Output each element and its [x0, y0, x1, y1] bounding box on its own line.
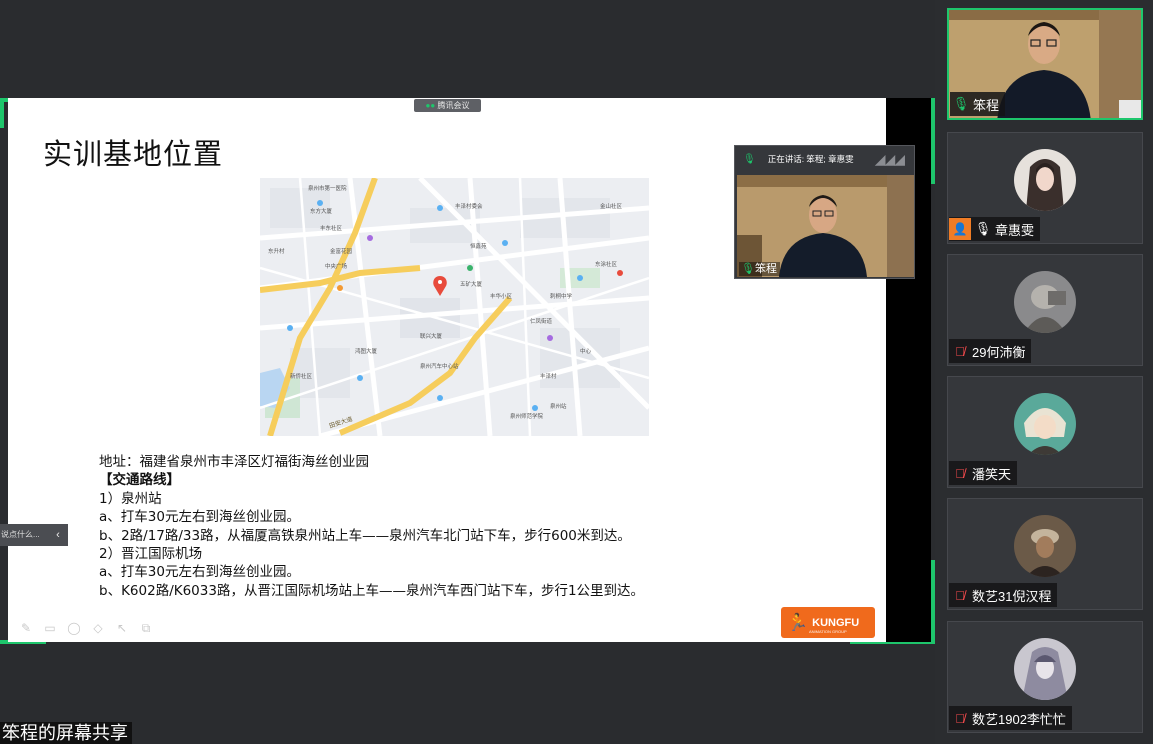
- participant-tile[interactable]: 🎙̸ 数艺1902李忙忙: [947, 621, 1143, 733]
- mic-muted-icon: 🎙̸: [955, 465, 965, 481]
- svg-text:联兴大厦: 联兴大厦: [420, 332, 443, 340]
- participant-name: 潘笑天: [972, 466, 1012, 482]
- participant-label: 🎙 笨程: [950, 92, 1006, 116]
- svg-text:泉州师范学院: 泉州师范学院: [510, 412, 544, 420]
- shared-screen-area: 实训基地位置 泉州市第一医院 东升村 丰东社区 金富花园 丰泽村委会 东方大厦 …: [0, 0, 935, 744]
- layout-toggle-icon[interactable]: ◢◢◢: [875, 151, 905, 168]
- address-line: 地址：福建省泉州市丰泽区灯福街海丝创业园: [99, 454, 369, 470]
- participant-name: 笨程: [973, 97, 1000, 113]
- avatar: [1014, 638, 1076, 700]
- mic-muted-icon: 🎙̸: [955, 710, 965, 726]
- svg-text:东涂社区: 东涂社区: [595, 260, 618, 268]
- mic-on-icon: 🎙: [741, 263, 755, 275]
- svg-text:刺桐中学: 刺桐中学: [550, 292, 573, 300]
- svg-text:鸿图大厦: 鸿图大厦: [355, 347, 378, 355]
- shape-icon[interactable]: ◯: [66, 621, 82, 635]
- speaker-name: 笨程: [754, 263, 777, 275]
- route-line: a、打车30元左右到海丝创业园。: [99, 509, 300, 526]
- participant-tile[interactable]: 🎙̸ 29何沛衡: [947, 254, 1143, 366]
- mic-icon: 🎙: [743, 153, 756, 165]
- map-graphic: 泉州市第一医院 东升村 丰东社区 金富花园 丰泽村委会 东方大厦 鸿图大厦 五矿…: [260, 178, 649, 436]
- location-map[interactable]: 泉州市第一医院 东升村 丰东社区 金富花园 丰泽村委会 东方大厦 鸿图大厦 五矿…: [260, 178, 649, 436]
- avatar: [1014, 393, 1076, 455]
- svg-text:新侨社区: 新侨社区: [290, 372, 313, 380]
- participant-name: 数艺1902李忙忙: [972, 711, 1066, 727]
- screen-share-label: 笨程的屏幕共享: [0, 722, 132, 744]
- route-line: 2）晋江国际机场: [99, 546, 203, 563]
- text-box-icon[interactable]: ▭: [42, 621, 58, 635]
- avatar: [1014, 271, 1076, 333]
- mic-muted-icon: 🎙̸: [955, 587, 965, 603]
- route-line: 1）泉州站: [99, 490, 162, 507]
- svg-text:丰华小区: 丰华小区: [490, 292, 513, 300]
- participant-label: 🎙̸ 潘笑天: [949, 461, 1018, 485]
- svg-text:东方大厦: 东方大厦: [310, 207, 333, 215]
- slide-title: 实训基地位置: [43, 137, 224, 171]
- svg-text:中心: 中心: [580, 347, 592, 355]
- pen-icon[interactable]: ✎: [18, 621, 34, 635]
- svg-text:五矿大厦: 五矿大厦: [460, 280, 483, 288]
- participant-panel: 🎙 笨程 👤 🎙 章惠雯 🎙̸ 29何沛衡 🎙̸ 潘笑天 🎙̸ 数艺31倪汉程 …: [935, 0, 1153, 744]
- meeting-logo-icon: ●●: [425, 101, 436, 110]
- kungfu-figure-icon: 🏃: [787, 612, 809, 632]
- svg-text:东升村: 东升村: [268, 247, 285, 255]
- svg-text:丰东社区: 丰东社区: [320, 224, 343, 232]
- mic-muted-icon: 🎙̸: [955, 343, 965, 359]
- participant-tile[interactable]: 🎙̸ 数艺31倪汉程: [947, 498, 1143, 610]
- floating-speaker-window[interactable]: 🎙 正在讲话: 笨程; 章惠雯 ◢◢◢ 🎙笨程: [734, 145, 915, 279]
- mic-on-icon: 🎙: [974, 221, 992, 236]
- logo-subtext: ANIMATION GROUP: [809, 629, 847, 634]
- tencent-tag-label: 腾讯会议: [437, 101, 470, 110]
- avatar: [1014, 515, 1076, 577]
- participant-label: 🎙̸ 数艺1902李忙忙: [949, 706, 1072, 730]
- chevron-left-icon[interactable]: ‹: [51, 524, 65, 546]
- avatar: [1014, 149, 1076, 211]
- annotation-toolbar: ✎ ▭ ◯ ◇ ↖ ⧉: [18, 621, 154, 635]
- routes-heading: 【交通路线】: [99, 472, 180, 489]
- svg-text:中央广场: 中央广场: [325, 262, 348, 270]
- logo-text: KUNGFU: [812, 616, 860, 629]
- route-line: a、打车30元左右到海丝创业园。: [99, 564, 300, 581]
- pointer-icon[interactable]: ↖: [114, 621, 130, 635]
- participant-label: 👤 🎙 章惠雯: [949, 217, 1041, 241]
- slide-body: 地址：福建省泉州市丰泽区灯福街海丝创业园 【交通路线】 1）泉州站 a、打车30…: [99, 453, 644, 600]
- speaking-now-text: 正在讲话: 笨程; 章惠雯: [767, 154, 854, 164]
- participant-name: 数艺31倪汉程: [972, 588, 1052, 604]
- svg-text:丰泽村: 丰泽村: [540, 372, 557, 380]
- participant-tile[interactable]: 🎙 笨程: [947, 8, 1143, 120]
- save-annotation-icon[interactable]: ⧉: [138, 621, 154, 635]
- participant-label: 🎙̸ 数艺31倪汉程: [949, 583, 1058, 607]
- svg-text:金富花园: 金富花园: [330, 247, 353, 255]
- comment-placeholder: 说点什么...: [1, 530, 40, 539]
- participant-tile[interactable]: 🎙̸ 潘笑天: [947, 376, 1143, 488]
- kungfu-logo: 🏃 KUNGFU ANIMATION GROUP: [781, 607, 875, 638]
- svg-text:丰泽村委会: 丰泽村委会: [455, 202, 483, 210]
- participant-name: 29何沛衡: [972, 344, 1026, 360]
- comment-input-toggle[interactable]: 说点什么... ‹: [0, 524, 68, 546]
- participant-name: 章惠雯: [995, 222, 1035, 238]
- share-frame-corner: [0, 98, 4, 128]
- speaker-header: 🎙 正在讲话: 笨程; 章惠雯 ◢◢◢: [735, 146, 914, 172]
- svg-text:仁凤街道: 仁凤街道: [530, 317, 553, 325]
- tencent-meeting-tag[interactable]: ●● 腾讯会议: [414, 99, 481, 112]
- speaker-video: 🎙笨程: [737, 175, 914, 277]
- svg-text:恒鑫苑: 恒鑫苑: [470, 242, 487, 250]
- eraser-icon[interactable]: ◇: [90, 621, 106, 635]
- mic-on-icon: 🎙: [952, 96, 970, 111]
- participant-label: 🎙̸ 29何沛衡: [949, 339, 1032, 363]
- svg-text:泉州市第一医院: 泉州市第一医院: [308, 184, 347, 192]
- svg-text:金山社区: 金山社区: [600, 202, 623, 210]
- svg-text:泉州站: 泉州站: [550, 402, 567, 410]
- speaker-name-label: 🎙笨程: [739, 262, 780, 276]
- svg-text:泉州汽车中心站: 泉州汽车中心站: [420, 362, 459, 370]
- route-line: b、2路/17路/33路，从福厦高铁泉州站上车——泉州汽车北门站下车，步行600…: [99, 527, 631, 544]
- route-line: b、K602路/K6033路，从晋江国际机场站上车——泉州汽车西门站下车，步行1…: [99, 582, 645, 599]
- host-icon: 👤: [949, 218, 971, 240]
- participant-tile[interactable]: 👤 🎙 章惠雯: [947, 132, 1143, 244]
